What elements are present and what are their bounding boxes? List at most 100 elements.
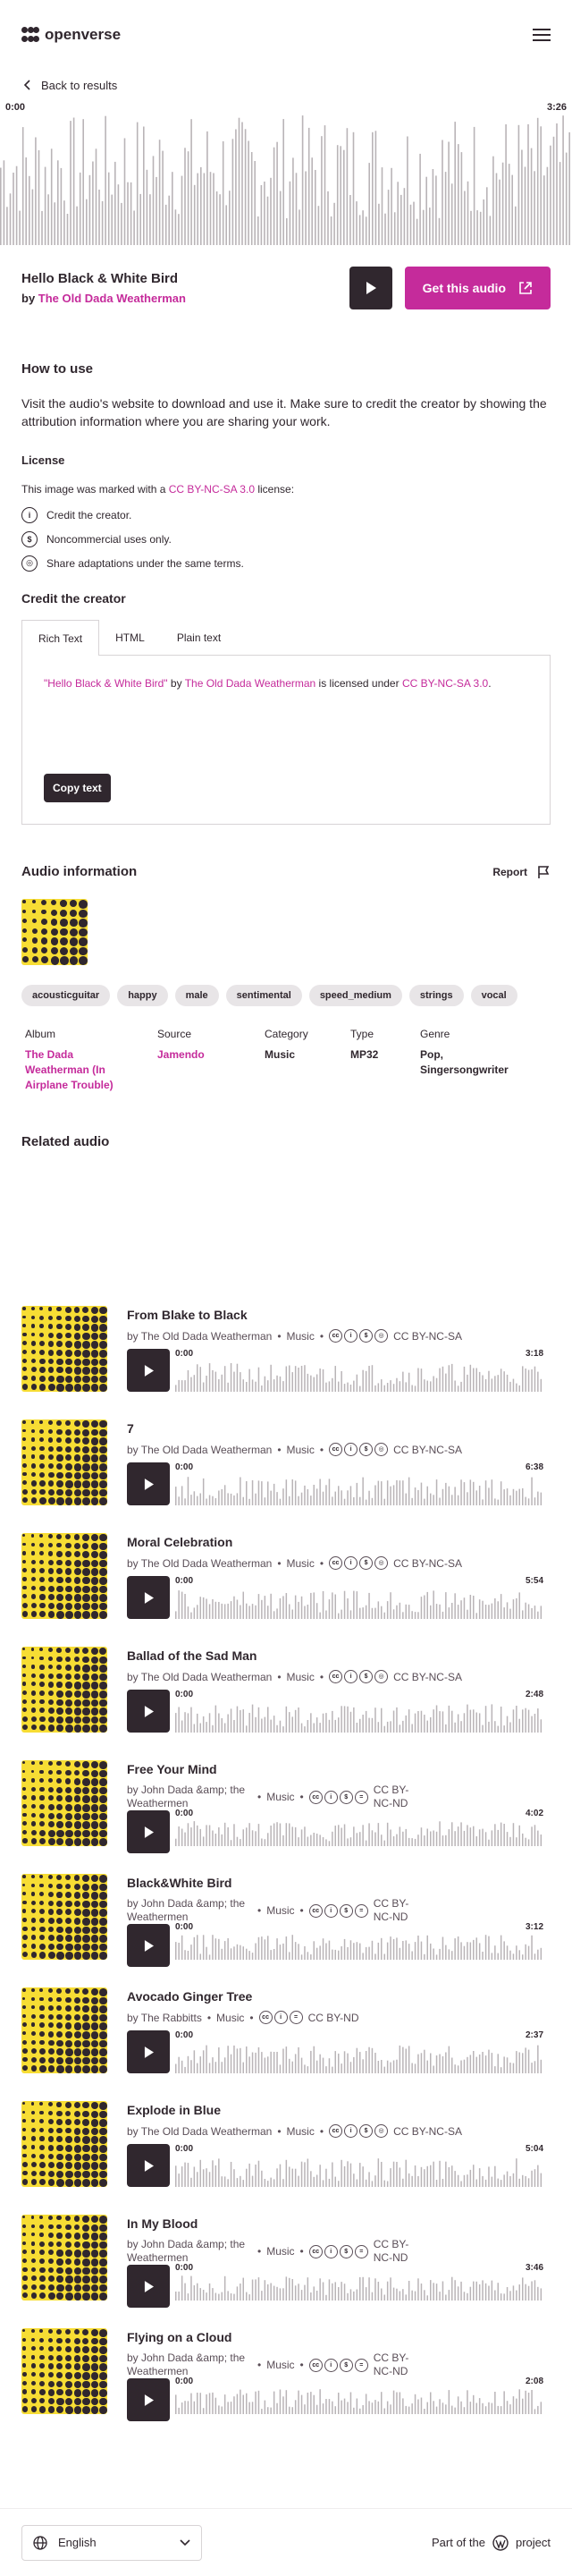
cover-dot bbox=[99, 2136, 107, 2144]
tag-vocal[interactable]: vocal bbox=[470, 985, 517, 1006]
waveform-bar bbox=[242, 2062, 244, 2073]
copy-text-button[interactable]: Copy text bbox=[44, 774, 111, 802]
related-audio-item[interactable]: Explode in Blue by The Old Dada Weatherm… bbox=[21, 2101, 551, 2187]
tag-acousticguitar[interactable]: acousticguitar bbox=[21, 985, 111, 1006]
related-audio-item[interactable]: Ballad of the Sad Man by The Old Dada We… bbox=[21, 1647, 551, 1733]
audio-title: Hello Black & White Bird bbox=[21, 271, 179, 286]
play-button[interactable] bbox=[127, 1576, 170, 1619]
related-title[interactable]: 7 bbox=[127, 1421, 134, 1436]
waveform-bar bbox=[319, 1835, 321, 1846]
tab-html[interactable]: HTML bbox=[99, 620, 161, 656]
creator-link[interactable]: The Old Dada Weatherman bbox=[38, 292, 186, 305]
related-title[interactable]: Free Your Mind bbox=[127, 1762, 217, 1776]
cover-dot bbox=[39, 2275, 46, 2282]
waveform-bar bbox=[21, 127, 24, 245]
waveform-bar bbox=[273, 1611, 275, 1619]
play-button[interactable] bbox=[127, 2378, 170, 2421]
cover-dot bbox=[39, 1332, 45, 1337]
waveform-bar bbox=[374, 1607, 376, 1619]
tab-plain-text[interactable]: Plain text bbox=[161, 620, 237, 656]
related-audio-item[interactable]: Avocado Ginger Tree by The Rabbitts • Mu… bbox=[21, 1987, 551, 2073]
cover-dot bbox=[30, 1585, 37, 1591]
get-this-audio-button[interactable]: Get this audio bbox=[404, 267, 551, 309]
waveform-bar bbox=[291, 1609, 293, 1619]
related-waveform[interactable] bbox=[175, 2045, 543, 2073]
waveform-bar bbox=[251, 1704, 254, 1733]
waveform-bar bbox=[506, 1374, 509, 1392]
related-title[interactable]: In My Blood bbox=[127, 2216, 198, 2231]
related-audio-item[interactable]: Moral Celebration by The Old Dada Weathe… bbox=[21, 1533, 551, 1619]
attribution-license-link[interactable]: CC BY-NC-SA 3.0 bbox=[402, 677, 488, 690]
related-waveform[interactable] bbox=[175, 2389, 543, 2414]
related-waveform[interactable] bbox=[175, 2158, 543, 2187]
play-button[interactable] bbox=[127, 2265, 170, 2308]
related-title[interactable]: Explode in Blue bbox=[127, 2103, 221, 2117]
tag-sentimental[interactable]: sentimental bbox=[225, 985, 302, 1006]
waveform-bar bbox=[457, 1385, 459, 1392]
report-button[interactable]: Report bbox=[492, 865, 551, 879]
waveform-bar bbox=[230, 2054, 232, 2073]
license-link[interactable]: CC BY-NC-SA 3.0 bbox=[169, 483, 255, 496]
waveform-bar bbox=[304, 1485, 306, 1505]
related-audio-item[interactable]: 7 by The Old Dada Weatherman • Music • c… bbox=[21, 1419, 551, 1505]
play-button[interactable] bbox=[127, 1349, 170, 1392]
play-button[interactable] bbox=[127, 2144, 170, 2187]
related-title[interactable]: Flying on a Cloud bbox=[127, 2330, 231, 2344]
waveform-bar bbox=[377, 1480, 380, 1505]
attribution-creator-link[interactable]: The Old Dada Weatherman bbox=[185, 677, 316, 690]
cover-dot bbox=[22, 1909, 27, 1913]
main-waveform-player[interactable]: 0:00 3:26 bbox=[0, 102, 572, 245]
related-waveform[interactable] bbox=[175, 1821, 543, 1846]
waveform-bar bbox=[332, 1949, 333, 1960]
play-button[interactable] bbox=[127, 1462, 170, 1505]
play-button[interactable] bbox=[349, 267, 392, 309]
play-button[interactable] bbox=[127, 1690, 170, 1733]
related-waveform[interactable] bbox=[175, 1704, 543, 1733]
related-waveform[interactable] bbox=[175, 2275, 543, 2301]
waveform-bar bbox=[537, 1949, 539, 1960]
related-title[interactable]: Black&White Bird bbox=[127, 1876, 231, 1890]
tag-strings[interactable]: strings bbox=[408, 985, 464, 1006]
waveform-bar bbox=[251, 1830, 254, 1846]
meta-value[interactable]: The Dada Weatherman (In Airplane Trouble… bbox=[25, 1047, 123, 1093]
waveform-bar bbox=[291, 1935, 293, 1960]
cover-dot bbox=[47, 1795, 54, 1801]
back-to-results-link[interactable]: Back to results bbox=[0, 70, 572, 100]
waveform-bar bbox=[478, 2398, 481, 2414]
play-button[interactable] bbox=[127, 1810, 170, 1853]
related-audio-item[interactable]: Free Your Mind by John Dada &amp; the We… bbox=[21, 1760, 551, 1853]
attribution-title-link[interactable]: "Hello Black & White Bird" bbox=[44, 677, 168, 690]
waveform-bar bbox=[298, 1944, 299, 1960]
waveform[interactable] bbox=[0, 114, 572, 245]
tab-rich-text[interactable]: Rich Text bbox=[21, 620, 100, 656]
play-button[interactable] bbox=[127, 1924, 170, 1967]
related-audio-item[interactable]: In My Blood by John Dada &amp; the Weath… bbox=[21, 2215, 551, 2308]
language-select[interactable]: English bbox=[21, 2524, 202, 2561]
waveform-bar bbox=[540, 1492, 543, 1505]
related-audio-item[interactable]: From Blake to Black by The Old Dada Weat… bbox=[21, 1306, 551, 1392]
related-waveform[interactable] bbox=[175, 1935, 543, 1960]
related-audio-item[interactable]: Flying on a Cloud by John Dada &amp; the… bbox=[21, 2328, 551, 2421]
related-title[interactable]: From Blake to Black bbox=[127, 1308, 248, 1322]
waveform-bar bbox=[178, 2407, 180, 2414]
related-title[interactable]: Ballad of the Sad Man bbox=[127, 1648, 257, 1663]
play-button[interactable] bbox=[127, 2030, 170, 2073]
tag-happy[interactable]: happy bbox=[117, 985, 168, 1006]
related-waveform[interactable] bbox=[175, 1477, 543, 1505]
wordpress-project-link[interactable]: Part of the project bbox=[432, 2534, 551, 2551]
tag-male[interactable]: male bbox=[174, 985, 219, 1006]
tag-speed_medium[interactable]: speed_medium bbox=[308, 985, 402, 1006]
related-audio-item[interactable]: Black&White Bird by John Dada &amp; the … bbox=[21, 1874, 551, 1967]
waveform-bar bbox=[66, 214, 69, 245]
related-title[interactable]: Avocado Ginger Tree bbox=[127, 1989, 252, 2004]
meta-value[interactable]: Jamendo bbox=[157, 1047, 265, 1063]
openverse-logo[interactable]: openverse bbox=[21, 26, 121, 44]
waveform-bar bbox=[199, 1367, 201, 1392]
related-waveform[interactable] bbox=[175, 1363, 543, 1392]
cover-dot bbox=[22, 1656, 26, 1660]
related-waveform[interactable] bbox=[175, 1590, 543, 1619]
waveform-bar bbox=[454, 1831, 456, 1846]
related-title[interactable]: Moral Celebration bbox=[127, 1535, 232, 1549]
menu-icon[interactable] bbox=[533, 29, 551, 41]
cover-dot bbox=[56, 2372, 63, 2378]
